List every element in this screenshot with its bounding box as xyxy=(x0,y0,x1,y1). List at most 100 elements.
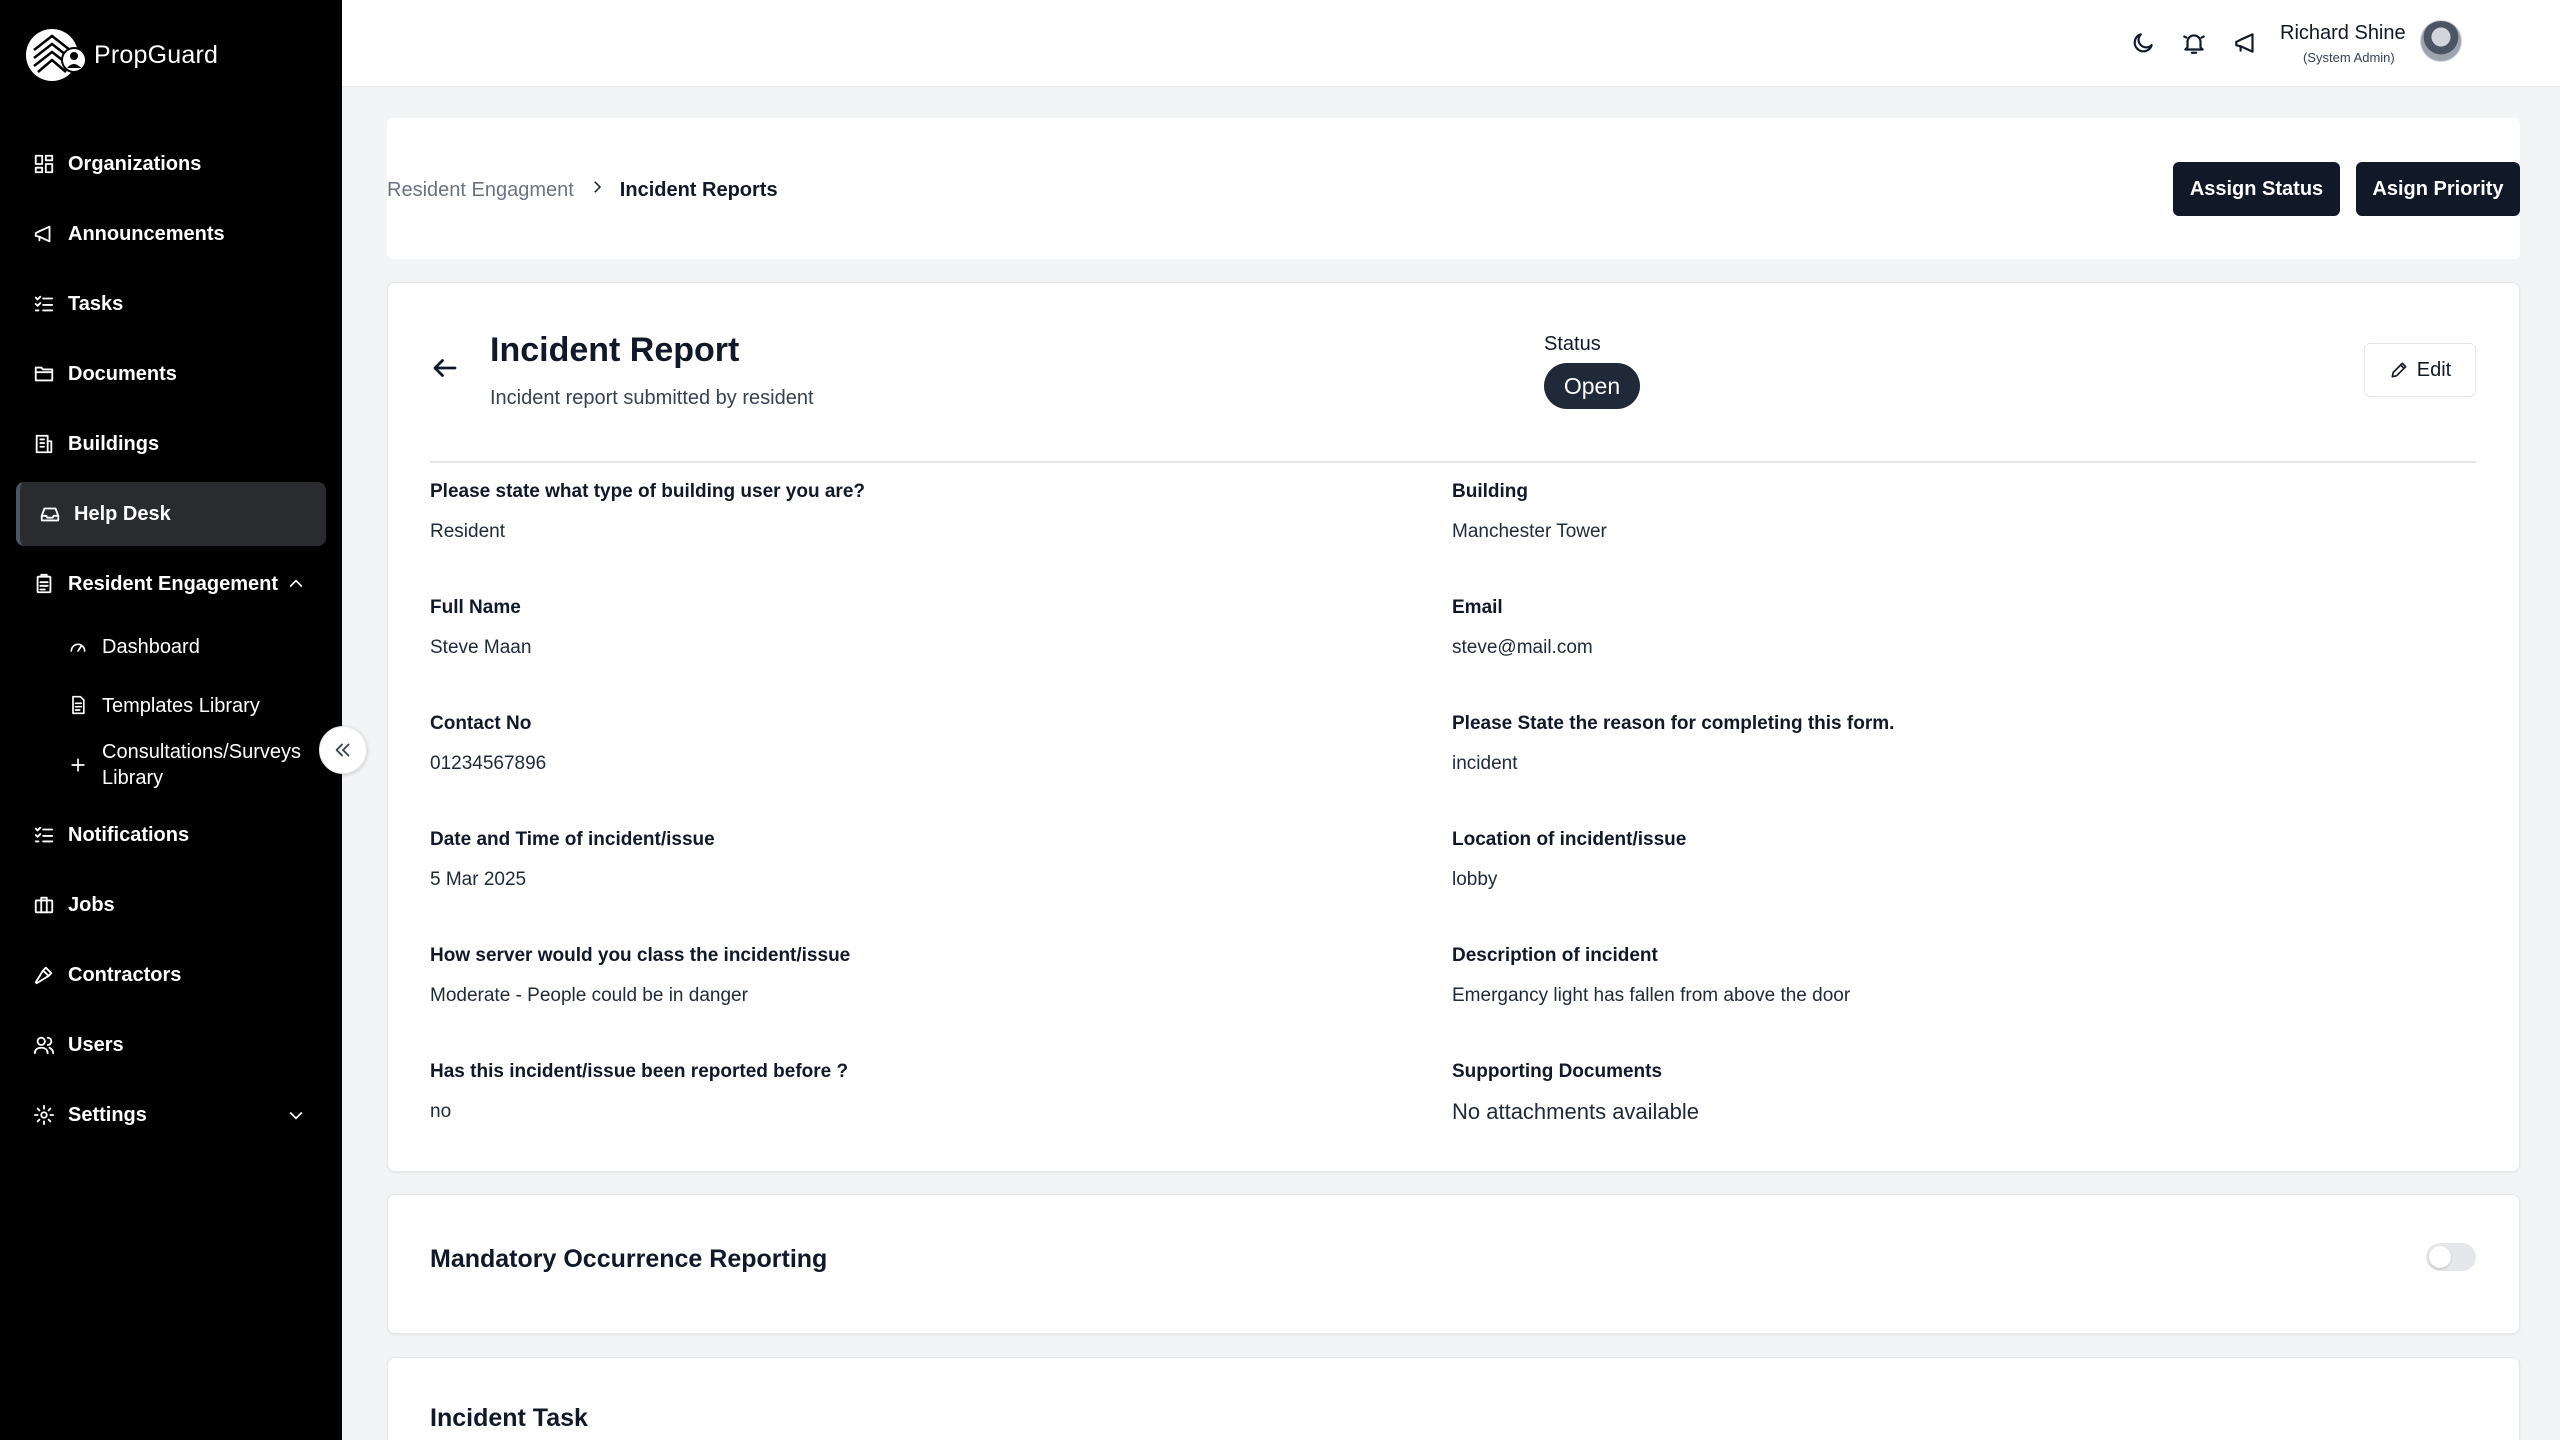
sidebar-subitem-consultations-surveys-library[interactable]: Consultations/Surveys Library xyxy=(68,739,318,791)
gauge-icon xyxy=(68,636,90,658)
chevron-right-icon xyxy=(588,178,606,202)
building-icon xyxy=(32,432,56,456)
inbox-icon xyxy=(38,502,62,526)
sidebar-item-label: Settings xyxy=(68,1103,147,1126)
page-header: Resident Engagment Incident Reports Assi… xyxy=(387,118,2520,259)
sidebar-item-help-desk[interactable]: Help Desk xyxy=(16,482,326,546)
sidebar-item-organizations[interactable]: Organizations xyxy=(16,132,326,196)
checklist-icon xyxy=(32,292,56,316)
page-subtitle: Incident report submitted by resident xyxy=(490,387,814,409)
breadcrumb-current: Incident Reports xyxy=(619,178,778,201)
field-value: Moderate - People could be in danger xyxy=(430,985,748,1006)
sidebar-item-label: Resident Engagement xyxy=(68,572,279,595)
incident-report-card: Incident Report Incident report submitte… xyxy=(387,282,2520,1172)
status-badge: Open xyxy=(1544,363,1640,409)
sidebar-item-label: Users xyxy=(68,1033,124,1056)
field-label: How server would you class the incident/… xyxy=(430,945,851,966)
briefcase-icon xyxy=(32,893,56,917)
user-role: (System Admin) xyxy=(2303,50,2395,65)
sidebar-item-label: Organizations xyxy=(68,152,202,175)
breadcrumb: Resident Engagment Incident Reports xyxy=(387,178,778,202)
sidebar-item-tasks[interactable]: Tasks xyxy=(16,272,326,336)
bell-icon[interactable] xyxy=(2178,27,2210,59)
brand-name: PropGuard xyxy=(94,40,219,69)
sidebar-subitem-label: Dashboard xyxy=(102,636,200,658)
megaphone-icon xyxy=(32,222,56,246)
toggle-knob xyxy=(2429,1246,2451,1268)
assign-status-button[interactable]: Assign Status xyxy=(2173,162,2340,216)
field-label: Has this incident/issue been reported be… xyxy=(430,1061,849,1082)
section-title: Incident Task xyxy=(430,1404,588,1432)
grid-icon xyxy=(32,152,56,176)
sidebar-item-resident-engagement[interactable]: Resident Engagement xyxy=(16,552,326,616)
mor-toggle[interactable] xyxy=(2426,1243,2476,1271)
edit-button-label: Edit xyxy=(2416,358,2452,381)
sidebar-item-contractors[interactable]: Contractors xyxy=(16,943,326,1007)
status-label: Status xyxy=(1544,333,1601,355)
breadcrumb-parent[interactable]: Resident Engagment xyxy=(387,179,574,202)
edit-button[interactable]: Edit xyxy=(2364,343,2476,397)
sidebar-item-jobs[interactable]: Jobs xyxy=(16,873,326,937)
plus-icon xyxy=(68,755,90,777)
sidebar-subitem-templates-library[interactable]: Templates Library xyxy=(68,693,318,719)
sidebar-item-label: Contractors xyxy=(68,963,182,986)
field-label: Contact No xyxy=(430,713,532,734)
sidebar-item-settings[interactable]: Settings xyxy=(16,1083,326,1147)
gear-icon xyxy=(32,1103,56,1127)
folder-icon xyxy=(32,362,56,386)
chevron-down-icon[interactable] xyxy=(286,1105,306,1125)
clipboard-icon xyxy=(32,572,56,596)
sidebar-subitem-label-line2: Library xyxy=(102,767,164,789)
sidebar-item-label: Tasks xyxy=(68,292,124,315)
brand-logo[interactable]: PropGuard xyxy=(24,26,218,84)
field-label: Email xyxy=(1452,597,1503,618)
avatar[interactable] xyxy=(2420,20,2462,62)
sidebar-item-label: Documents xyxy=(68,362,177,385)
users-icon xyxy=(32,1033,56,1057)
sidebar-item-documents[interactable]: Documents xyxy=(16,342,326,406)
field-value: No attachments available xyxy=(1452,1099,1700,1124)
field-label: Supporting Documents xyxy=(1452,1061,1663,1082)
propguard-logo-icon xyxy=(26,29,87,81)
sidebar-item-label: Jobs xyxy=(68,893,115,916)
hammer-icon xyxy=(32,963,56,987)
field-label: Please state what type of building user … xyxy=(430,481,865,502)
sidebar-subitem-label: Consultations/Surveys xyxy=(102,741,301,763)
field-label: Full Name xyxy=(430,597,521,618)
field-label: Description of incident xyxy=(1452,945,1658,966)
file-icon xyxy=(68,695,90,717)
chevrons-left-icon xyxy=(335,743,350,757)
field-label: Date and Time of incident/issue xyxy=(430,829,715,850)
field-value: steve@mail.com xyxy=(1452,637,1593,658)
field-value: Resident xyxy=(430,521,505,542)
sidebar-item-label: Help Desk xyxy=(74,502,171,525)
field-label: Location of incident/issue xyxy=(1452,829,1687,850)
dark-mode-icon[interactable] xyxy=(2127,27,2159,59)
field-value: incident xyxy=(1452,753,1518,774)
sidebar-item-announcements[interactable]: Announcements xyxy=(16,202,326,266)
sidebar-item-buildings[interactable]: Buildings xyxy=(16,412,326,476)
chevron-up-icon[interactable] xyxy=(286,574,306,594)
field-value: 01234567896 xyxy=(430,753,547,774)
collapse-sidebar-button[interactable] xyxy=(319,726,367,774)
field-value: Manchester Tower xyxy=(1452,521,1607,542)
sidebar-item-users[interactable]: Users xyxy=(16,1013,326,1077)
divider xyxy=(430,461,2476,463)
sidebar-subitem-label-wrap: Consultations/Surveys Library xyxy=(102,739,301,791)
assign-priority-button[interactable]: Asign Priority xyxy=(2356,162,2520,216)
sidebar-item-label: Buildings xyxy=(68,432,160,455)
field-label: Building xyxy=(1452,481,1528,502)
field-value: no xyxy=(430,1101,452,1122)
user-name[interactable]: Richard Shine xyxy=(2280,22,2406,45)
field-value: Emergancy light has fallen from above th… xyxy=(1452,985,1851,1006)
top-bar xyxy=(342,0,2560,87)
section-title: Mandatory Occurrence Reporting xyxy=(430,1245,828,1273)
field-label: Please State the reason for completing t… xyxy=(1452,713,1895,734)
sidebar-item-label: Announcements xyxy=(68,222,225,245)
megaphone-icon[interactable] xyxy=(2230,27,2262,59)
back-arrow-icon[interactable] xyxy=(430,353,462,385)
sidebar-subitem-label: Templates Library xyxy=(102,695,260,717)
sidebar-subitem-dashboard[interactable]: Dashboard xyxy=(68,634,318,660)
sidebar-item-notifications[interactable]: Notifications xyxy=(16,803,326,867)
mandatory-occurrence-card: Mandatory Occurrence Reporting xyxy=(387,1194,2520,1334)
